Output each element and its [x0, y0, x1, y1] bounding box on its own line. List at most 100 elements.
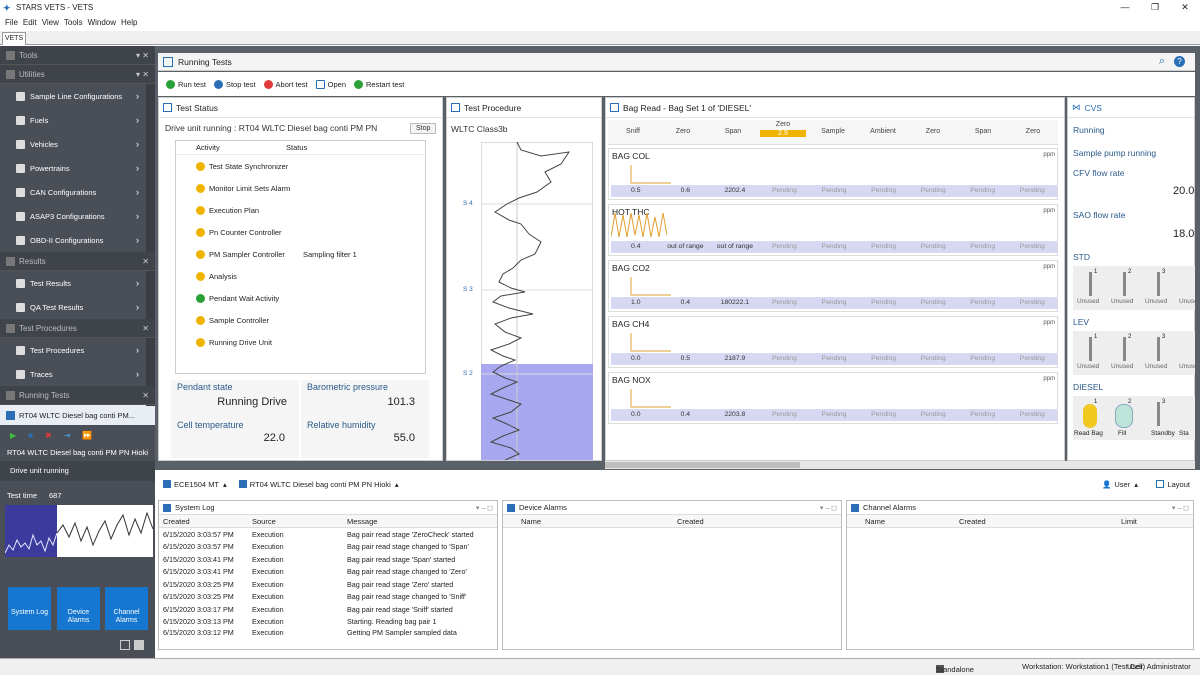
menu-tools[interactable]: Tools [64, 18, 83, 27]
log-row[interactable]: 6/15/2020 3:03:41 PM Execution Bag pair re… [159, 566, 497, 579]
barometric-pressure-value: 101.3 [387, 396, 415, 408]
stop-drive-button[interactable]: Stop [410, 122, 437, 134]
help-icon[interactable]: ? [1174, 56, 1185, 67]
test-status-header: Test Status [159, 98, 442, 118]
horizontal-scrollbar-thumb[interactable] [605, 462, 800, 468]
procedures-section-header[interactable]: Test Procedures ✕ [0, 319, 155, 338]
open-icon[interactable]: ⇥ [64, 431, 71, 440]
lev-bag-slots: 1 2 3 Unused Unused Unused Unused [1073, 331, 1195, 375]
nav-test-results[interactable]: Test Results › [0, 271, 155, 295]
obd-icon [16, 235, 25, 245]
stop-test-button[interactable]: Stop test [213, 79, 256, 89]
run-icon[interactable]: ▶ [10, 431, 16, 440]
abort-icon[interactable]: ✖ [45, 431, 52, 440]
activity-row[interactable]: Pendant Wait Activity [176, 287, 425, 309]
system-log-panel: System Log ▾ – ◻ Created Source Message 6… [158, 500, 498, 650]
stop-icon [213, 79, 223, 89]
activity-row[interactable]: Monitor Limit Sets Alarm [176, 177, 425, 199]
nav-fuels[interactable]: Fuels › [0, 108, 155, 132]
bag-row-ch4: BAG CH4 ppm 0.0 0.5 2187.9 Pending Pending Pen… [608, 316, 1058, 368]
maximize-button[interactable]: ❐ [1140, 0, 1170, 15]
trace-line-remaining [56, 511, 154, 547]
activity-row[interactable]: PM Sampler Controller Sampling filter 1 [176, 243, 425, 265]
restart-icon[interactable]: ⏩ [82, 431, 92, 440]
activity-row[interactable]: Test State Synchronizer [176, 155, 425, 177]
bag-co2-values: 1.0 0.4 180222.1 Pending Pending Pending Pendi… [611, 297, 1057, 309]
nav-powertrains[interactable]: Powertrains › [0, 156, 155, 180]
horizontal-scrollbar[interactable] [605, 461, 1195, 469]
chevron-right-icon: › [136, 163, 139, 173]
restart-test-button[interactable]: Restart test [354, 79, 404, 89]
lev-label: LEV [1073, 317, 1090, 327]
utilities-section-header[interactable]: Utilities ▾ ✕ [0, 65, 155, 84]
log-row[interactable]: 6/15/2020 3:03:41 PM Execution Bag pair re… [159, 553, 497, 566]
activity-row[interactable]: Pn Counter Controller [176, 221, 425, 243]
std-slot-1 [1089, 272, 1092, 296]
tab-vets[interactable]: VETS [2, 32, 26, 45]
running-tests-icon [6, 390, 15, 400]
relative-humidity-value: 55.0 [393, 432, 415, 444]
activity-row[interactable]: Running Drive Unit [176, 331, 425, 353]
running-toolbar: Run test Stop test Abort test Open Resta… [158, 72, 1195, 96]
log-row[interactable]: 6/15/2020 3:03:17 PM Execution Bag pair re… [159, 603, 497, 616]
abort-icon [263, 79, 273, 89]
nav-obd-ii-configurations[interactable]: OBD-II Configurations › [0, 228, 155, 252]
menu-file[interactable]: File [5, 18, 18, 27]
running-tests-section-header[interactable]: Running Tests ✕ [0, 386, 155, 405]
cvs-pump-status: Sample pump running [1073, 148, 1157, 158]
log-row[interactable]: 6/15/2020 3:03:57 PM Execution Bag pair re… [159, 528, 497, 541]
lev-slot-2 [1123, 337, 1126, 361]
log-row[interactable]: 6/15/2020 3:03:57 PM Execution Bag pair re… [159, 541, 497, 554]
system-log-button[interactable]: System Log [8, 587, 51, 630]
minimize-button[interactable]: — [1110, 0, 1140, 15]
device-alarms-panel: Device Alarms ▾ – ◻ Name Created [502, 500, 842, 650]
nav-traces[interactable]: Traces › [0, 362, 155, 386]
run-test-button[interactable]: Run test [166, 79, 206, 89]
stop-icon[interactable]: ■ [28, 431, 33, 440]
nav-sample-line-configurations[interactable]: Sample Line Configurations › [0, 84, 155, 108]
test-selector[interactable]: RT04 WLTC Diesel bag conti PM PN Hioki ▴ [238, 480, 399, 489]
open-button[interactable]: Open [315, 79, 346, 89]
nav-vehicles[interactable]: Vehicles › [0, 132, 155, 156]
cvs-icon: ⋈ [1072, 102, 1081, 112]
nav-qa-test-results[interactable]: QA Test Results › [0, 295, 155, 319]
device-alarms-button[interactable]: Device Alarms [57, 587, 100, 630]
panel-controls[interactable]: ▾ – ◻ [820, 504, 837, 512]
close-button[interactable]: ✕ [1170, 0, 1200, 15]
log-row[interactable]: 6/15/2020 3:03:25 PM Execution Bag pair re… [159, 578, 497, 591]
drive-cycle-trace [481, 142, 593, 460]
menu-help[interactable]: Help [121, 18, 137, 27]
layout-menu[interactable]: Layout [1156, 480, 1190, 489]
panel-controls[interactable]: ▾ – ◻ [476, 504, 493, 512]
ece-selector[interactable]: ECE1504 MT ▴ [163, 480, 227, 489]
log-row[interactable]: 6/15/2020 3:03:12 PM Execution Getting PM … [159, 628, 497, 636]
running-test-item[interactable]: RT04 WLTC Diesel bag conti PM... [0, 405, 155, 425]
tools-section-header[interactable]: Tools ▾ ✕ [0, 46, 155, 65]
nav-can-configurations[interactable]: CAN Configurations › [0, 180, 155, 204]
nav-test-procedures[interactable]: Test Procedures › [0, 338, 155, 362]
device-alarms-columns: Name Created [503, 515, 841, 528]
activity-row[interactable]: Sample Controller [176, 309, 425, 331]
status-pending-icon [196, 161, 205, 171]
abort-test-button[interactable]: Abort test [263, 79, 308, 89]
open-icon [315, 79, 325, 89]
log-row[interactable]: 6/15/2020 3:03:13 PM Execution Starting. R… [159, 616, 497, 629]
cvs-header: ⋈ CVS [1068, 98, 1194, 118]
log-row[interactable]: 6/15/2020 3:03:25 PM Execution Bag pair re… [159, 591, 497, 604]
panel-controls[interactable]: ▾ – ◻ [1172, 504, 1189, 512]
results-section-header[interactable]: Results ✕ [0, 252, 155, 271]
menu-view[interactable]: View [42, 18, 59, 27]
menu-window[interactable]: Window [88, 18, 116, 27]
search-icon[interactable]: ⌕ [1159, 55, 1165, 68]
activity-row[interactable]: Analysis [176, 265, 425, 287]
channel-alarms-button[interactable]: Channel Alarms [105, 587, 148, 630]
list-view-icon[interactable] [134, 640, 144, 650]
test-status-headline: Drive unit running : RT04 WLTC Diesel ba… [165, 123, 378, 133]
channel-alarms-header: Channel Alarms ▾ – ◻ [847, 501, 1193, 515]
grid-view-icon[interactable] [120, 640, 130, 650]
channel-alarms-columns: Name Created Limit [847, 515, 1193, 528]
menu-edit[interactable]: Edit [23, 18, 37, 27]
nav-asap3-configurations[interactable]: ASAP3 Configurations › [0, 204, 155, 228]
activity-row[interactable]: Execution Plan [176, 199, 425, 221]
user-menu[interactable]: 👤 User ▴ [1102, 480, 1138, 489]
